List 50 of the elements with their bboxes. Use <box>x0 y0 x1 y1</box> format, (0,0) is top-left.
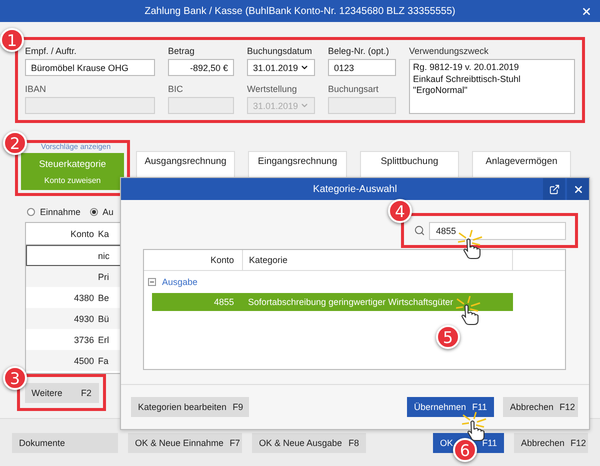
step-marker: 3 <box>3 366 27 390</box>
table-cell: Sofortabschreibung geringwertiger Wirtschaftsgüter <box>248 297 454 307</box>
button-label: Übernehmen <box>414 402 466 412</box>
shortcut-label: F12 <box>570 438 586 448</box>
table-cell: nic <box>98 250 110 260</box>
tile-subtitle: Konto zuweisen <box>44 176 101 184</box>
tile-title: Steuerkategorie <box>38 158 106 170</box>
table-cell: Pri <box>98 272 109 282</box>
field-label: Beleg-Nr. (opt.) <box>328 46 390 56</box>
field-label: BIC <box>168 84 184 94</box>
button-label: Dokumente <box>19 438 66 448</box>
table-cell: 4380 <box>74 292 94 302</box>
radio-label: Einnahme <box>40 207 81 217</box>
shortcut-label: F7 <box>230 438 240 448</box>
group-label: Ausgabe <box>162 277 198 287</box>
table-cell-text: 4855 <box>212 297 234 307</box>
button-label: Weitere <box>32 388 62 398</box>
step-marker: 2 <box>3 131 27 155</box>
field-label: Buchungsdatum <box>247 46 314 56</box>
column-header: Ka <box>98 228 110 238</box>
table-cell: Fa <box>98 356 109 366</box>
field-label: Wertstellung <box>247 84 298 94</box>
radio-label: Au <box>102 207 114 217</box>
table-cell: 4500 <box>74 356 94 366</box>
table-cell: 4930 <box>74 314 94 324</box>
table-cell: 3736 <box>74 334 94 344</box>
field-label: Verwendungszweck <box>409 46 490 56</box>
field-label: IBAN <box>25 84 48 94</box>
button-label: Kategorien bearbeiten <box>138 402 227 412</box>
table-cell: Bü <box>98 314 110 324</box>
table-cell: Be <box>98 292 110 302</box>
button-label: Abbrechen <box>510 402 554 412</box>
shortcut-label: F11 <box>482 438 497 448</box>
shortcut-label: F2 <box>80 388 92 398</box>
shortcut-label: F11 <box>472 402 487 412</box>
shortcut-label: F12 <box>560 402 576 412</box>
button-label: OK <box>440 438 454 448</box>
button-label: OK & Neue Ausgabe <box>259 438 342 448</box>
button-label: OK & Neue Einnahme <box>135 438 224 448</box>
table-cell: Erl <box>98 334 109 344</box>
column-header: Konto <box>209 255 234 265</box>
column-header: Konto <box>69 228 94 238</box>
shortcut-label: F9 <box>232 402 244 412</box>
field-label: Betrag <box>168 46 196 56</box>
field-label: Empf. / Auftr. <box>25 46 78 56</box>
shortcut-label: F8 <box>348 438 359 448</box>
step-marker: 1 <box>0 28 24 52</box>
field-label: Buchungsart <box>328 84 380 94</box>
button-label: Abbrechen <box>521 438 565 448</box>
window-title: Zahlung Bank / Kasse (BuhlBank Konto-Nr. 12345680 BLZ 33355555) <box>144 6 456 16</box>
